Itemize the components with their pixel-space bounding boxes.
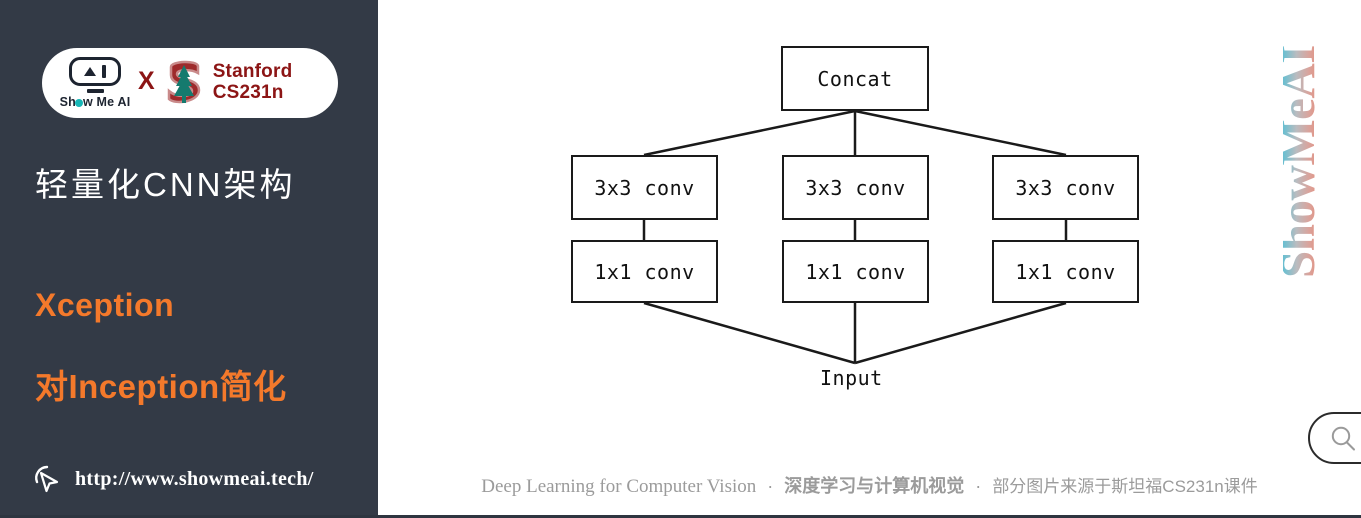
subtitle-primary: Xception xyxy=(35,287,175,323)
stanford-line-2: CS231n xyxy=(212,82,284,103)
node-conv1x1-right: 1x1 conv xyxy=(992,240,1139,303)
node-conv3x3-left-label: 3x3 conv xyxy=(594,175,695,200)
node-conv1x1-center-label: 1x1 conv xyxy=(805,259,906,284)
site-url-text[interactable]: http://www.showmeai.tech/ xyxy=(75,468,314,491)
node-conv1x1-center: 1x1 conv xyxy=(782,240,929,303)
node-concat-label: Concat xyxy=(817,66,893,91)
node-conv1x1-right-label: 1x1 conv xyxy=(1015,259,1116,284)
stanford-label: Stanford CS231n xyxy=(213,62,293,103)
showmeai-robot-icon: Sh w Me AI xyxy=(56,57,134,109)
slide-root: Sh w Me AI X Stanford CS231n 轻量化CNN架构 Xc… xyxy=(0,0,1361,518)
site-url-row[interactable]: http://www.showmeai.tech/ xyxy=(30,462,314,496)
footer-sep-2: · xyxy=(975,476,982,496)
logo-pill: Sh w Me AI X Stanford CS231n xyxy=(42,48,338,118)
footer-credits: Deep Learning for Computer Vision · 深度学习… xyxy=(378,472,1361,498)
node-input-label: Input xyxy=(820,366,883,390)
node-conv3x3-center: 3x3 conv xyxy=(782,155,929,220)
inception-module-diagram: Concat 3x3 conv 3x3 conv 3x3 conv 1x1 co… xyxy=(378,0,1361,420)
cross-label: X xyxy=(138,66,155,95)
showmeai-watermark: ShowMeAI xyxy=(1283,26,1345,284)
footer-sep-1: · xyxy=(767,476,774,496)
footer-cn-bold: 深度学习与计算机视觉 xyxy=(784,476,965,496)
wechat-search-pill[interactable]: 搜索 | 微信 ShowMeAI 研究中心 xyxy=(1308,412,1361,464)
footer-en: Deep Learning for Computer Vision xyxy=(481,476,757,497)
node-concat: Concat xyxy=(781,46,929,111)
node-conv3x3-left: 3x3 conv xyxy=(571,155,718,220)
subtitle-secondary: 对Inception简化 xyxy=(35,368,287,405)
svg-text:ShowMeAI: ShowMeAI xyxy=(1283,45,1325,278)
main-content: Concat 3x3 conv 3x3 conv 3x3 conv 1x1 co… xyxy=(378,0,1361,515)
stanford-tree-s-icon xyxy=(163,57,205,109)
page-title: 轻量化CNN架构 xyxy=(35,166,296,203)
node-conv3x3-center-label: 3x3 conv xyxy=(805,175,906,200)
node-conv3x3-right-label: 3x3 conv xyxy=(1015,175,1116,200)
node-conv1x1-left: 1x1 conv xyxy=(571,240,718,303)
node-conv1x1-left-label: 1x1 conv xyxy=(594,259,695,284)
search-icon xyxy=(1330,425,1357,452)
stanford-line-1: Stanford xyxy=(212,61,293,83)
sidebar: Sh w Me AI X Stanford CS231n 轻量化CNN架构 Xc… xyxy=(0,0,378,515)
node-conv3x3-right: 3x3 conv xyxy=(992,155,1139,220)
footer-cn-tail: 部分图片来源于斯坦福CS231n课件 xyxy=(992,477,1258,496)
click-cursor-icon xyxy=(30,462,64,496)
showmeai-wordmark: Sh w Me AI xyxy=(59,95,131,109)
